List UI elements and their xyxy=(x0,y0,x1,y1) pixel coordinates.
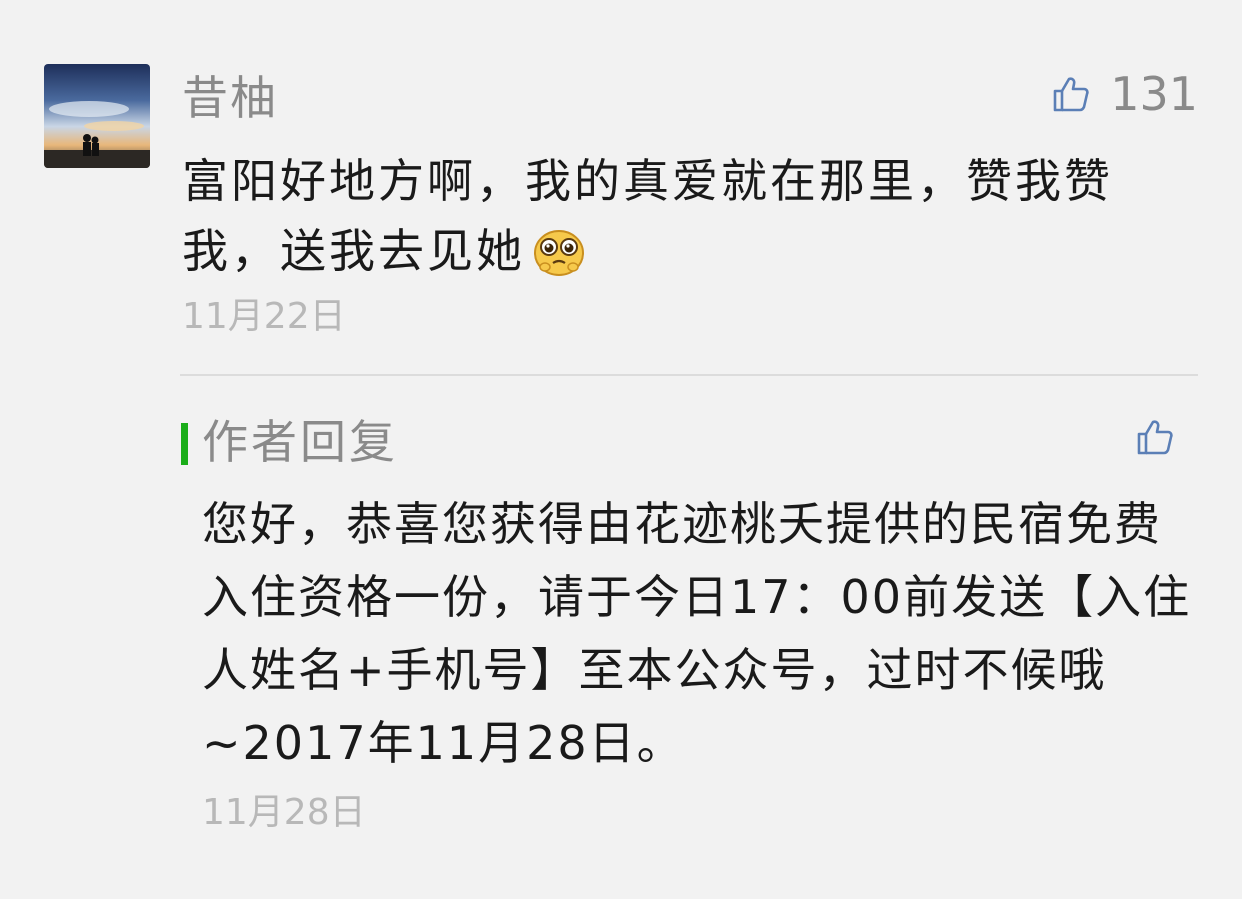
reply-date: 11月28日 xyxy=(202,792,366,833)
reply-accent-bar xyxy=(181,423,188,465)
reply-like-button[interactable] xyxy=(1136,418,1174,460)
comment-text: 富阳好地方啊，我的真爱就在那里，赞我赞我，送我去见她 xyxy=(182,146,1192,296)
sunset-silhouette-avatar-image xyxy=(44,64,150,168)
thumbs-up-icon[interactable] xyxy=(1052,75,1090,113)
author-reply-label: 作者回复 xyxy=(202,415,398,469)
comment-date: 11月22日 xyxy=(182,296,346,337)
comment-author-name: 昔柚 xyxy=(182,71,278,125)
divider xyxy=(180,374,1198,376)
like-count: 131 xyxy=(1110,67,1198,121)
pleading-face-emoji-icon xyxy=(531,226,587,296)
comment-page: 昔柚 131 富阳好地方啊，我的真爱就在那里，赞我赞我，送我去见她 11月22日… xyxy=(0,0,1242,899)
thumbs-up-icon[interactable] xyxy=(1136,420,1174,460)
comment-like-button[interactable]: 131 xyxy=(1052,66,1198,122)
author-reply-text: 您好，恭喜您获得由花迹桃夭提供的民宿免费入住资格一份，请于今日17：00前发送【… xyxy=(202,497,1192,770)
comment-body: 富阳好地方啊，我的真爱就在那里，赞我赞我，送我去见她 xyxy=(182,154,1113,278)
avatar[interactable] xyxy=(44,64,150,168)
